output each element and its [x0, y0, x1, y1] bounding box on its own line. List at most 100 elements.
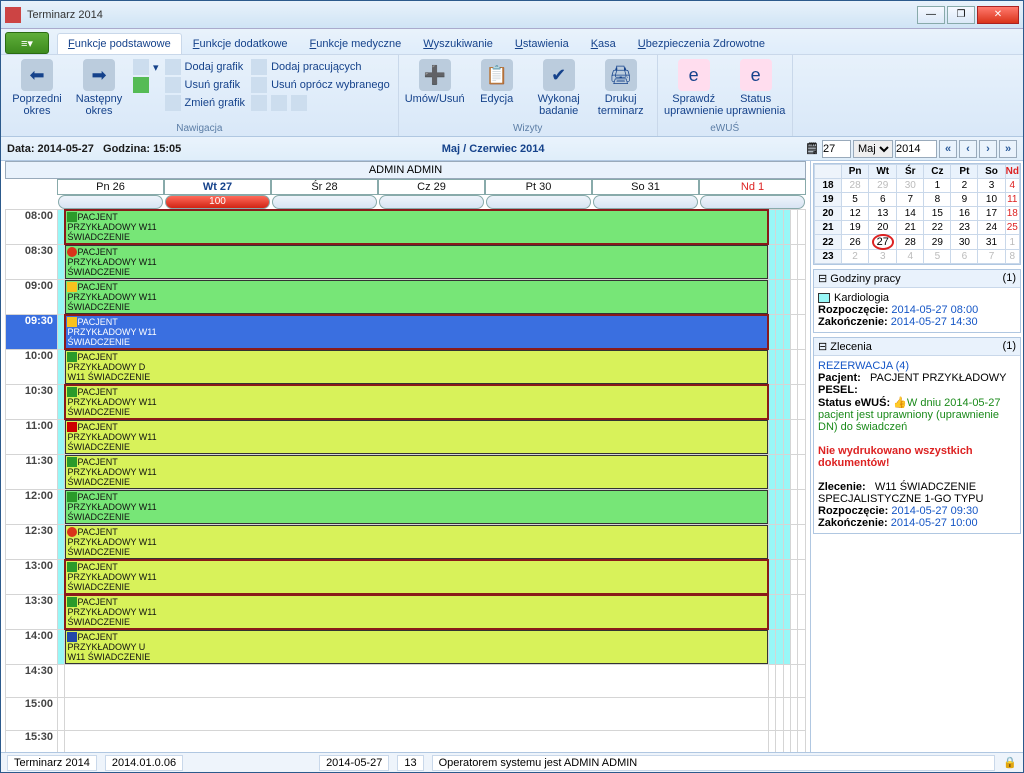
grid-cell[interactable]: PACJENTPRZYKŁADOWY W11ŚWIADCZENIE [65, 420, 768, 455]
book-remove-button[interactable]: ➕Umów/Usuń [407, 59, 463, 105]
nav-last-button[interactable]: » [999, 140, 1017, 158]
mini-cal-day[interactable]: 1 [1005, 235, 1019, 250]
tab-funkcje-dodatkowe[interactable]: Funkcje dodatkowe [182, 33, 299, 54]
grid-cell[interactable] [776, 315, 783, 350]
grid-cell[interactable] [58, 665, 65, 698]
grid-cell[interactable] [783, 315, 790, 350]
edit-visit-button[interactable]: 📋Edycja [469, 59, 525, 105]
grid-cell[interactable] [58, 698, 65, 731]
change-schedule-button[interactable]: Zmień grafik [165, 95, 246, 111]
grid-cell[interactable] [783, 385, 790, 420]
grid-cell[interactable] [783, 595, 790, 630]
grid-cell[interactable] [768, 455, 775, 490]
nav-next-button[interactable]: › [979, 140, 997, 158]
grid-cell[interactable] [65, 665, 768, 698]
add-schedule-button[interactable]: Dodaj grafik [165, 59, 246, 75]
note-icon[interactable]: 🗒 [805, 142, 819, 155]
mini-cal-day[interactable]: 24 [978, 221, 1005, 235]
day-capacity[interactable] [379, 195, 484, 209]
grid-cell[interactable] [776, 698, 783, 731]
grid-cell[interactable] [798, 420, 806, 455]
grid-cell[interactable] [776, 665, 783, 698]
grid-cell[interactable]: PACJENTPRZYKŁADOWY W11ŚWIADCZENIE [65, 595, 768, 630]
grid-cell[interactable] [768, 525, 775, 560]
next-period-button[interactable]: ➡Następny okres [71, 59, 127, 117]
file-menu-button[interactable]: ≡▾ [5, 32, 49, 54]
grid-cell[interactable]: PACJENTPRZYKŁADOWY UW11 ŚWIADCZENIE [65, 630, 768, 665]
add-workers-button[interactable]: Dodaj pracujących [251, 59, 390, 75]
mini-cal-day[interactable]: 7 [897, 193, 924, 207]
mini-cal-day[interactable]: 6 [869, 193, 897, 207]
grid-cell[interactable] [798, 210, 806, 245]
grid-cell[interactable]: PACJENTPRZYKŁADOWY W11ŚWIADCZENIE [65, 490, 768, 525]
tab-ustawienia[interactable]: Ustawienia [504, 33, 580, 54]
grid-cell[interactable] [791, 665, 798, 698]
prev-period-button[interactable]: ⬅Poprzedni okres [9, 59, 65, 117]
mini-cal-day[interactable]: 28 [897, 235, 924, 250]
nav-prev-button[interactable]: ‹ [959, 140, 977, 158]
grid-cell[interactable] [768, 210, 775, 245]
grid-cell[interactable] [776, 490, 783, 525]
grid-cell[interactable] [783, 280, 790, 315]
grid-cell[interactable] [791, 490, 798, 525]
grid-cell[interactable] [768, 698, 775, 731]
grid-cell[interactable] [768, 280, 775, 315]
grid-cell[interactable] [768, 731, 775, 753]
day-header[interactable]: Pt 30 [485, 179, 592, 195]
grid-cell[interactable] [783, 560, 790, 595]
grid-cell[interactable] [798, 595, 806, 630]
grid-cell[interactable] [768, 350, 775, 385]
remove-schedule-button[interactable]: Usuń grafik [165, 77, 246, 93]
mini-cal-day[interactable]: 7 [978, 250, 1005, 264]
grid-cell[interactable] [783, 665, 790, 698]
grid-cell[interactable] [58, 350, 65, 385]
calendar-small-button[interactable]: ▾ [133, 59, 159, 75]
grid-cell[interactable] [783, 698, 790, 731]
grid-cell[interactable] [783, 490, 790, 525]
appointment[interactable]: PACJENTPRZYKŁADOWY W11ŚWIADCZENIE [65, 385, 767, 419]
appointment[interactable]: PACJENTPRZYKŁADOWY W11ŚWIADCZENIE [65, 420, 767, 454]
day-header[interactable]: Nd 1 [699, 179, 806, 195]
grid-cell[interactable] [783, 350, 790, 385]
grid-cell[interactable] [798, 525, 806, 560]
year-input[interactable] [895, 140, 937, 158]
day-capacity[interactable] [700, 195, 805, 209]
grid-cell[interactable] [798, 455, 806, 490]
tab-funkcje-medyczne[interactable]: Funkcje medyczne [299, 33, 413, 54]
mini-cal-day[interactable]: 17 [978, 207, 1005, 221]
appointment[interactable]: PACJENTPRZYKŁADOWY W11ŚWIADCZENIE [65, 490, 767, 524]
appointment[interactable]: PACJENTPRZYKŁADOWY W11ŚWIADCZENIE [65, 245, 767, 279]
tab-funkcje-podstawowe[interactable]: Funkcje podstawowe [57, 33, 182, 54]
grid-cell[interactable] [791, 245, 798, 280]
grid-cell[interactable] [791, 210, 798, 245]
mini-cal-day[interactable]: 28 [842, 179, 869, 193]
grid-cell[interactable] [791, 595, 798, 630]
grid-cell[interactable] [791, 315, 798, 350]
grid-cell[interactable] [783, 245, 790, 280]
grid-cell[interactable] [783, 455, 790, 490]
grid-cell[interactable] [798, 665, 806, 698]
day-capacity[interactable] [486, 195, 591, 209]
grid-cell[interactable] [768, 315, 775, 350]
mini-cal-day[interactable]: 8 [924, 193, 951, 207]
appointment[interactable]: PACJENTPRZYKŁADOWY W11ŚWIADCZENIE [65, 315, 767, 349]
grid-cell[interactable] [58, 385, 65, 420]
grid-cell[interactable] [58, 315, 65, 350]
grid-cell[interactable] [791, 420, 798, 455]
check-ewus-button[interactable]: eSprawdź uprawnienie [666, 59, 722, 117]
grid-cell[interactable] [776, 350, 783, 385]
grid-cell[interactable] [768, 595, 775, 630]
mini-cal-day[interactable]: 4 [1005, 179, 1019, 193]
mini-cal-day[interactable]: 5 [924, 250, 951, 264]
grid-cell[interactable] [798, 560, 806, 595]
grid-cell[interactable] [65, 731, 768, 753]
mini-cal-day[interactable]: 2 [842, 250, 869, 264]
mini-cal-day[interactable]: 12 [842, 207, 869, 221]
mini-cal-day[interactable]: 2 [951, 179, 978, 193]
grid-cell[interactable] [791, 731, 798, 753]
grid-cell[interactable] [58, 595, 65, 630]
grid-cell[interactable] [776, 525, 783, 560]
tab-wyszukiwanie[interactable]: Wyszukiwanie [412, 33, 504, 54]
grid-cell[interactable] [798, 245, 806, 280]
mini-cal-day[interactable]: 14 [897, 207, 924, 221]
